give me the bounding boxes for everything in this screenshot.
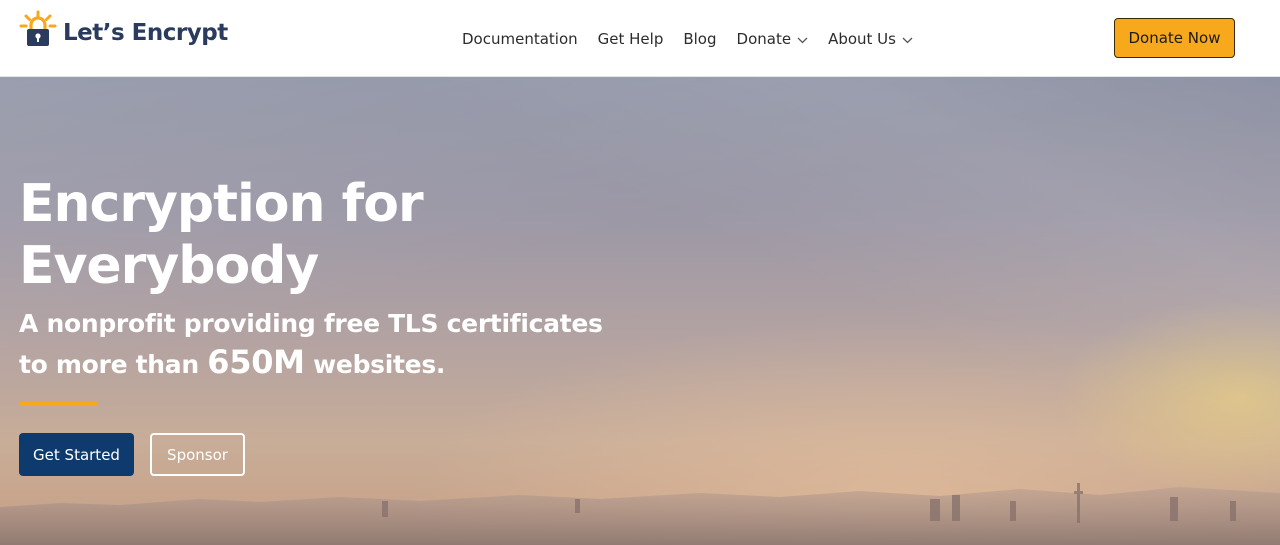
donate-now-button[interactable]: Donate Now: [1114, 18, 1235, 58]
hero-section: Encryption for Everybody A nonprofit pro…: [0, 77, 1280, 545]
hero-title-line: Encryption for: [19, 174, 424, 234]
websites-count: 650M: [207, 343, 305, 381]
nav-label: About Us: [828, 29, 896, 48]
get-started-button[interactable]: Get Started: [19, 433, 134, 476]
chevron-down-icon: [902, 30, 913, 48]
hero-title: Encryption for Everybody: [19, 173, 639, 297]
nav-get-help[interactable]: Get Help: [598, 30, 664, 48]
nav-label: Documentation: [462, 29, 578, 48]
logo-text: Let’s Encrypt: [63, 20, 228, 46]
site-header: Let’s Encrypt Documentation Get Help Blo…: [0, 0, 1280, 77]
nav-about-us[interactable]: About Us: [828, 30, 913, 48]
site-logo[interactable]: Let’s Encrypt: [19, 10, 228, 48]
nav-donate[interactable]: Donate: [737, 30, 809, 48]
nav-documentation[interactable]: Documentation: [462, 30, 578, 48]
hero-subtitle: A nonprofit providing free TLS certifica…: [19, 304, 639, 384]
accent-divider: [19, 402, 97, 406]
chevron-down-icon: [797, 30, 808, 48]
nav-blog[interactable]: Blog: [683, 30, 716, 48]
hero-subtitle-text: websites.: [304, 350, 446, 379]
nav-label: Blog: [683, 29, 717, 48]
main-nav: Documentation Get Help Blog Donate About…: [462, 0, 933, 77]
city-skyline-image: [0, 483, 1280, 545]
padlock-sun-icon: [19, 10, 57, 46]
hero-subtitle-line: A nonprofit providing free TLS certifica…: [19, 309, 603, 338]
hero-subtitle-text: to more than: [19, 350, 208, 379]
sponsor-button[interactable]: Sponsor: [150, 433, 245, 476]
nav-label: Donate: [736, 29, 792, 48]
hero-title-line: Everybody: [19, 236, 319, 296]
nav-label: Get Help: [597, 29, 664, 48]
